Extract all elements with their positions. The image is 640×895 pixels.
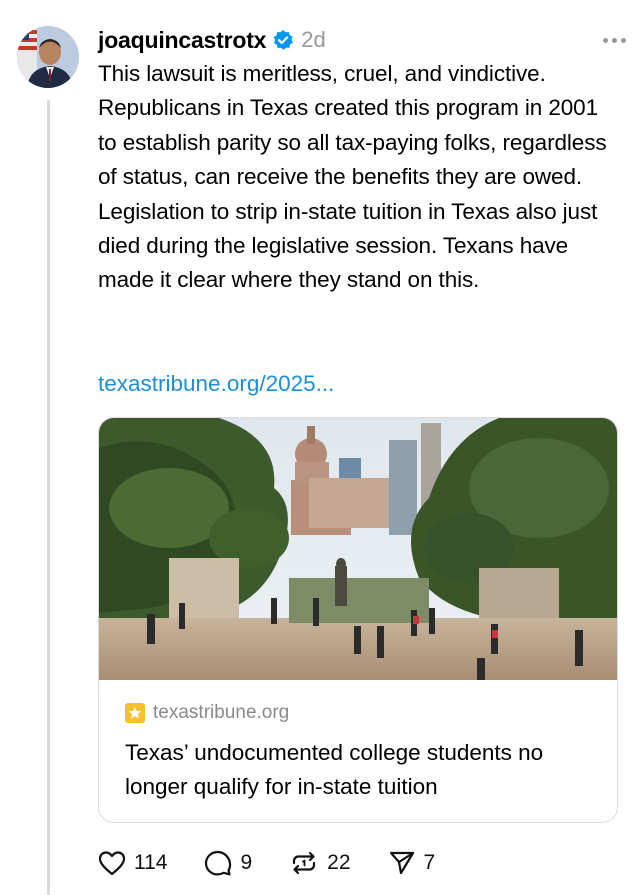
- share-button[interactable]: 7: [388, 849, 436, 877]
- card-domain: texastribune.org: [153, 702, 290, 723]
- action-bar: 114 9 22 7: [98, 845, 472, 881]
- repost-count: 22: [327, 851, 351, 874]
- card-title: Texas’ undocumented college students no …: [125, 740, 544, 799]
- like-button[interactable]: 114: [98, 850, 167, 876]
- card-photo: [99, 418, 617, 680]
- reply-count: 9: [240, 851, 253, 874]
- post-text: This lawsuit is meritless, cruel, and vi…: [98, 61, 607, 293]
- repost-button[interactable]: 22: [289, 849, 351, 877]
- share-count: 7: [423, 851, 436, 874]
- like-count: 114: [134, 851, 168, 874]
- send-icon: [389, 851, 414, 875]
- card-source: texastribune.org: [125, 702, 289, 724]
- avatar-image: [17, 26, 79, 88]
- author-username[interactable]: joaquincastrotx: [98, 27, 266, 54]
- comment-icon: [205, 850, 232, 876]
- post-time: 2d: [301, 27, 326, 52]
- avatar[interactable]: [17, 26, 79, 88]
- verified-badge-icon: [272, 29, 294, 51]
- post-header: joaquincastrotx 2d: [98, 22, 626, 58]
- favicon-icon: [125, 703, 145, 723]
- post-link[interactable]: texastribune.org/2025...: [98, 367, 334, 401]
- heart-icon: [98, 851, 126, 876]
- more-options-icon[interactable]: [603, 22, 626, 58]
- repost-icon: [293, 851, 316, 875]
- reply-button[interactable]: 9: [204, 849, 252, 877]
- link-preview-card[interactable]: texastribune.org Texas’ undocumented col…: [98, 417, 618, 823]
- thread-line: [47, 100, 50, 895]
